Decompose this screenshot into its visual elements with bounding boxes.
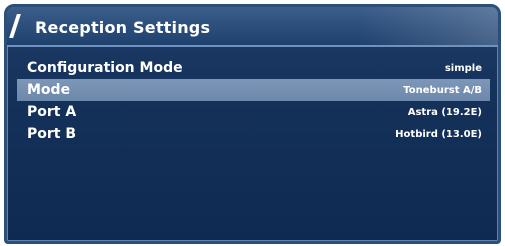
settings-list: Configuration Mode simple Mode Toneburst… [7, 57, 498, 145]
setting-value: simple [444, 63, 482, 74]
window-title: Reception Settings [35, 18, 211, 37]
setting-label: Port B [27, 126, 77, 142]
setting-row-mode[interactable]: Mode Toneburst A/B [17, 79, 490, 101]
setting-label: Port A [27, 104, 77, 120]
setting-row-port-a[interactable]: Port A Astra (19.2E) [17, 101, 490, 123]
setting-label: Mode [27, 82, 71, 98]
setting-value: Toneburst A/B [403, 85, 482, 96]
setting-value: Hotbird (13.0E) [395, 129, 482, 140]
setting-label: Configuration Mode [27, 60, 183, 76]
setting-row-port-b[interactable]: Port B Hotbird (13.0E) [17, 123, 490, 145]
setting-row-configuration-mode[interactable]: Configuration Mode simple [17, 57, 490, 79]
reception-settings-window: Reception Settings Configuration Mode si… [4, 4, 501, 244]
title-bar: Reception Settings [7, 7, 498, 47]
setting-value: Astra (19.2E) [407, 107, 482, 118]
